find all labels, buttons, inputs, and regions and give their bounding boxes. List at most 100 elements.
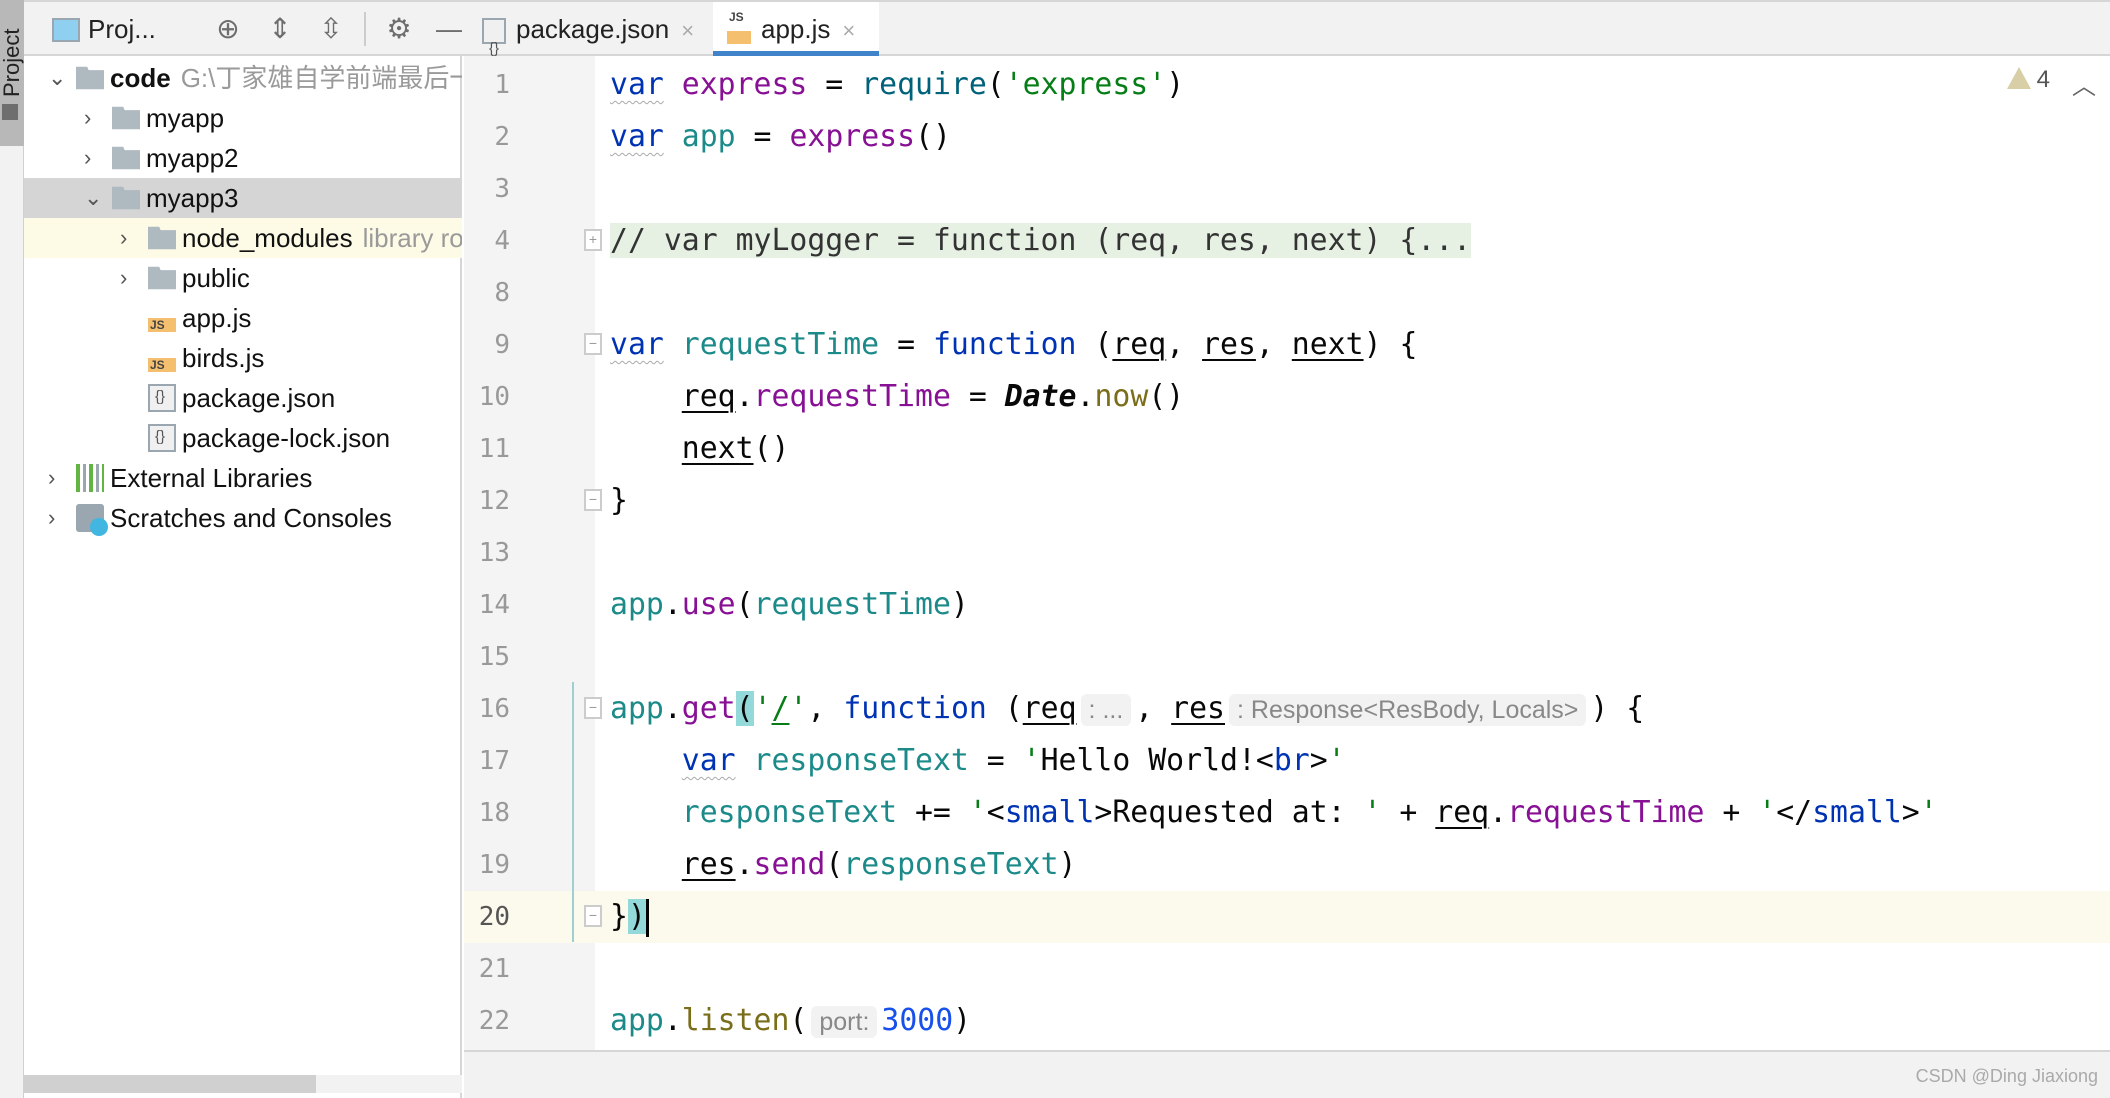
code-token: small <box>1004 795 1095 830</box>
collapse-all-icon[interactable]: ⇳ <box>316 14 346 44</box>
code-token: res <box>1202 327 1256 362</box>
project-window-icon <box>52 18 80 42</box>
code-token: ) <box>627 899 646 934</box>
fold-collapse-icon[interactable]: − <box>584 489 602 511</box>
code-line[interactable]: 17 var responseText = 'Hello World!<br>' <box>0 735 2110 787</box>
tab-package-json[interactable]: package.json × <box>464 2 707 76</box>
warning-count: 4 <box>2036 66 2050 93</box>
code-token: < <box>986 795 1005 830</box>
code-line[interactable]: 21 <box>0 943 2110 995</box>
code-token: ) <box>950 587 969 622</box>
code-token: req <box>1435 795 1490 830</box>
code-line[interactable]: 10 req.requestTime = Date.now() <box>0 371 2110 423</box>
line-number: 14 <box>478 590 510 620</box>
code-text: var responseText = 'Hello World!<br>' <box>610 735 1346 787</box>
fold-collapse-icon[interactable]: − <box>584 905 602 927</box>
fold-expand-icon[interactable]: + <box>584 229 602 251</box>
code-line[interactable]: 13 <box>0 527 2110 579</box>
code-line[interactable]: 22 app.listen(port: 3000) <box>0 995 2110 1047</box>
code-line[interactable]: 20 −}) <box>464 891 2110 943</box>
scrollbar-thumb[interactable] <box>24 1075 316 1093</box>
code-token: var <box>610 327 664 362</box>
locate-icon[interactable]: ⊕ <box>213 14 243 44</box>
line-number: 3 <box>494 174 510 204</box>
close-icon[interactable]: × <box>681 18 694 43</box>
project-panel-title[interactable]: Proj... <box>88 14 156 45</box>
code-token: ) <box>953 1003 972 1038</box>
code-line[interactable]: 4 + // var myLogger = function (req, res, … <box>0 215 2110 267</box>
code-token: } <box>610 899 628 934</box>
code-token: ( <box>735 691 754 726</box>
fold-collapse-icon[interactable]: − <box>584 697 602 719</box>
code-token: ( <box>735 587 754 622</box>
code-line[interactable]: 2 var app = express() <box>0 111 2110 163</box>
fold-collapse-icon[interactable]: − <box>584 333 602 355</box>
code-line[interactable]: 12 −} <box>0 475 2110 527</box>
code-line[interactable]: 16− app.get('/', function (req: ..., res:… <box>0 683 2110 735</box>
code-line[interactable]: 19 res.send(responseText) <box>0 839 2110 891</box>
code-token: . <box>735 379 754 414</box>
code-line[interactable]: 11 next() <box>0 423 2110 475</box>
code-token: responseText <box>753 743 969 778</box>
code-text: } <box>610 475 628 527</box>
line-number: 1 <box>494 70 510 100</box>
code-token: require <box>861 67 987 102</box>
code-token: var <box>610 119 664 154</box>
chevron-up-icon[interactable]: ︿ <box>2072 66 2096 101</box>
code-line[interactable]: 14 app.use(requestTime) <box>0 579 2110 631</box>
code-token: express <box>789 119 916 154</box>
line-number: 20 <box>478 902 510 932</box>
tab-app-js[interactable]: app.js × <box>713 0 879 56</box>
close-icon[interactable]: × <box>842 18 855 43</box>
code-token: ' <box>1919 795 1938 830</box>
code-token: , <box>807 691 844 726</box>
code-token: = <box>735 119 790 154</box>
code-token: , <box>1135 691 1172 726</box>
project-horizontal-scrollbar[interactable] <box>24 1075 462 1093</box>
line-number: 15 <box>478 642 510 672</box>
expand-all-icon[interactable]: ⇕ <box>265 14 295 44</box>
code-line[interactable]: 9 − var requestTime = function (req, res, … <box>0 319 2110 371</box>
code-token: 'express' <box>1004 67 1167 102</box>
code-token: = <box>950 379 1005 414</box>
code-text: }) <box>610 891 649 943</box>
gear-icon[interactable]: ⚙ <box>384 14 414 44</box>
code-token: ( <box>986 691 1023 726</box>
code-token: Hello World!< <box>1040 743 1274 778</box>
code-token: = <box>807 67 862 102</box>
code-token: var <box>681 743 736 778</box>
code-token: 3000 <box>881 1003 954 1038</box>
code-text: app.get('/', function (req: ..., res: Re… <box>610 683 1644 736</box>
line-number: 22 <box>478 1006 510 1036</box>
code-text: var app = express() <box>610 111 951 163</box>
code-token: ' <box>1022 743 1041 778</box>
line-number: 18 <box>478 798 510 828</box>
code-line[interactable]: 8 <box>0 267 2110 319</box>
code-token: , <box>1166 327 1203 362</box>
code-line[interactable]: 15 <box>0 631 2110 683</box>
line-number: 2 <box>494 122 510 152</box>
code-token: br <box>1273 743 1310 778</box>
toolbar-divider <box>364 12 366 46</box>
code-token: / <box>771 691 790 726</box>
code-token: > <box>1309 743 1328 778</box>
watermark: CSDN @Ding Jiaxiong <box>1915 1066 2098 1086</box>
minimize-icon[interactable]: — <box>435 14 465 44</box>
line-number: 17 <box>478 746 510 776</box>
code-line[interactable]: 1 var express = require('express') <box>0 59 2110 111</box>
line-number: 4 <box>494 226 510 256</box>
line-number: 21 <box>478 954 510 984</box>
inspection-widget[interactable]: 4 <box>2006 66 2050 94</box>
line-number: 19 <box>478 850 510 880</box>
code-line[interactable]: 18 responseText += '<small>Requested at:… <box>0 787 2110 839</box>
code-token: responseText <box>681 795 898 830</box>
code-line[interactable]: 3 <box>0 163 2110 215</box>
line-number: 12 <box>478 486 510 516</box>
code-token: app <box>610 587 664 622</box>
